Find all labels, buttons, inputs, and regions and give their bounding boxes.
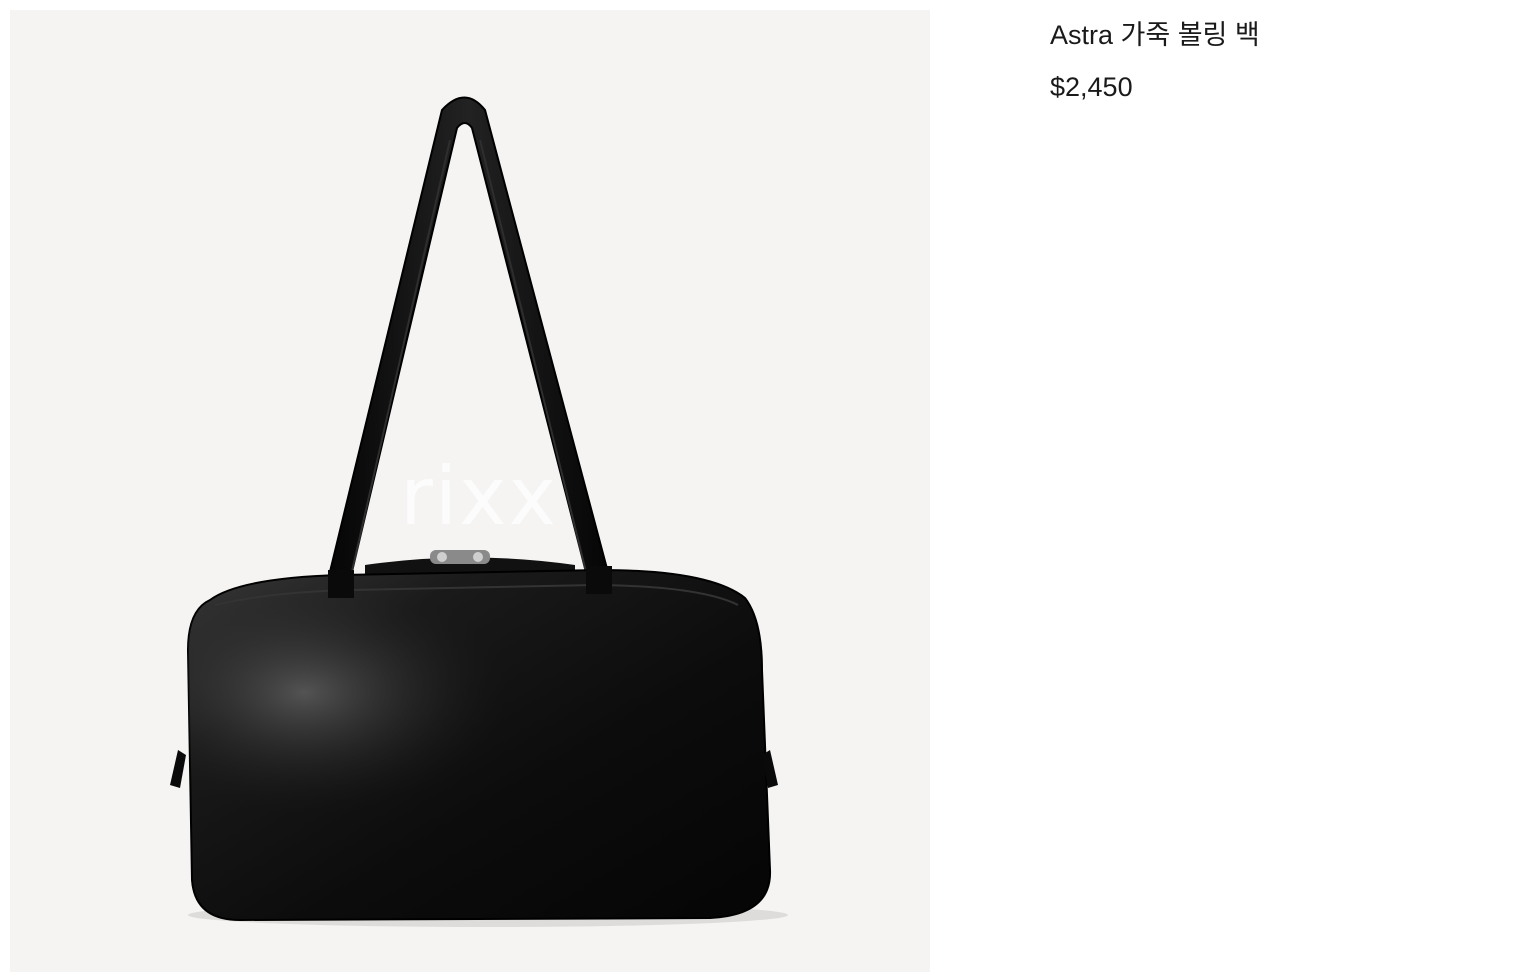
product-info: Astra 가죽 볼링 백 $2,450 xyxy=(1050,16,1490,106)
product-title[interactable]: Astra 가죽 볼링 백 xyxy=(1050,16,1490,54)
product-image[interactable]: rixx xyxy=(10,10,930,972)
product-price: $2,450 xyxy=(1050,72,1133,102)
bag-illustration xyxy=(170,96,788,927)
